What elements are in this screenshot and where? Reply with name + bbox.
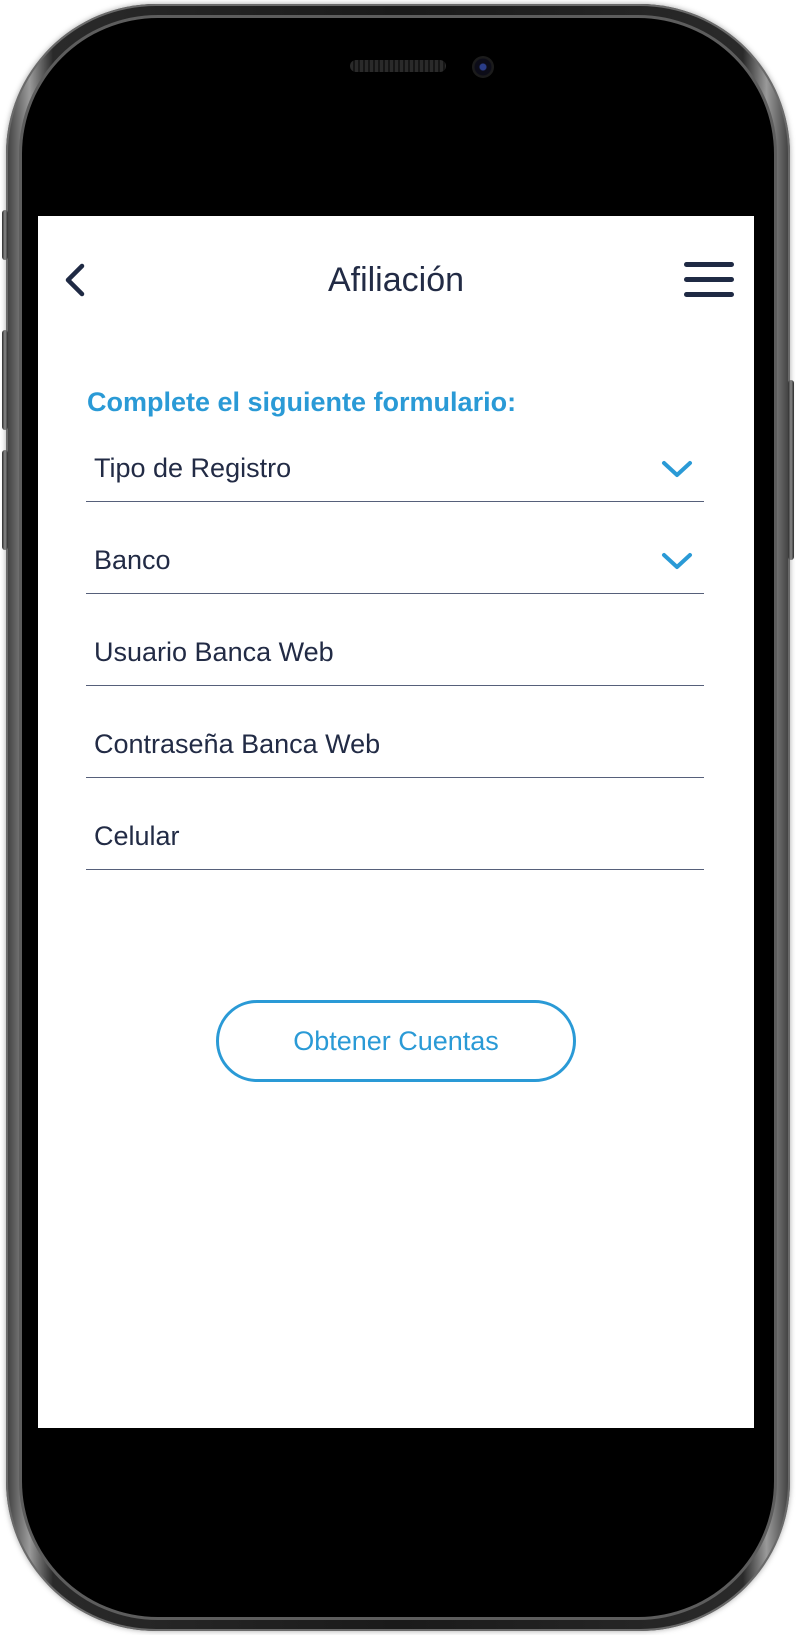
phone-volume-up-button: [2, 330, 8, 430]
hamburger-menu-icon: [684, 262, 734, 267]
contrasena-banca-web-placeholder: Contraseña Banca Web: [94, 729, 381, 759]
tipo-de-registro-label: Tipo de Registro: [94, 453, 292, 483]
page-title: Afiliación: [327, 261, 465, 299]
obtener-cuentas-button[interactable]: Obtener Cuentas: [216, 1000, 576, 1082]
phone-camera: [472, 56, 494, 78]
chevron-down-icon: [662, 461, 692, 477]
phone-volume-down-button: [2, 450, 8, 550]
chevron-down-icon: [662, 553, 692, 569]
form-heading: Complete el siguiente formulario:: [87, 387, 517, 417]
phone-side-button: [2, 210, 8, 260]
menu-button[interactable]: [682, 260, 736, 304]
tipo-de-registro-select[interactable]: Tipo de Registro: [86, 438, 704, 502]
usuario-banca-web-placeholder: Usuario Banca Web: [94, 637, 334, 667]
banco-select[interactable]: Banco: [86, 530, 704, 594]
celular-input[interactable]: Celular: [86, 806, 704, 870]
nav-bar: Afiliación: [38, 216, 754, 346]
phone-power-button: [788, 380, 794, 560]
celular-placeholder: Celular: [94, 821, 180, 851]
phone-speaker: [350, 60, 446, 72]
contrasena-banca-web-input[interactable]: Contraseña Banca Web: [86, 714, 704, 778]
app-screen: Afiliación Complete el siguiente formula…: [38, 216, 754, 1428]
banco-label: Banco: [94, 545, 171, 575]
hamburger-menu-icon-line: [684, 292, 734, 297]
usuario-banca-web-input[interactable]: Usuario Banca Web: [86, 622, 704, 686]
hamburger-menu-icon-line: [684, 277, 734, 282]
